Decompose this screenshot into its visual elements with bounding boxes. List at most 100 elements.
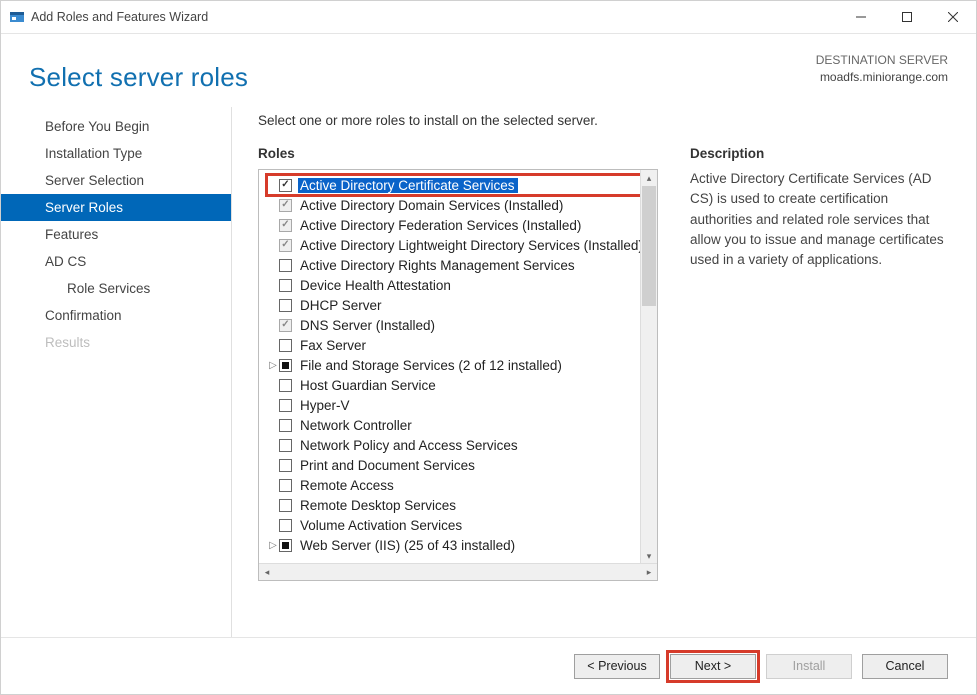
window-title: Add Roles and Features Wizard xyxy=(31,10,838,24)
previous-button[interactable]: < Previous xyxy=(574,654,660,679)
step-item[interactable]: Features xyxy=(1,221,231,248)
role-checkbox[interactable] xyxy=(279,319,292,332)
role-item[interactable]: Fax Server xyxy=(267,335,655,355)
vertical-scrollbar[interactable]: ▴ ▾ xyxy=(640,170,657,564)
role-item[interactable]: Host Guardian Service xyxy=(267,375,655,395)
header: Select server roles DESTINATION SERVER m… xyxy=(1,34,976,93)
role-label: Hyper-V xyxy=(298,398,353,413)
role-item[interactable]: Active Directory Lightweight Directory S… xyxy=(267,235,655,255)
role-label: Active Directory Rights Management Servi… xyxy=(298,258,578,273)
role-item[interactable]: Network Policy and Access Services xyxy=(267,435,655,455)
role-checkbox[interactable] xyxy=(279,379,292,392)
roles-list[interactable]: Active Directory Certificate Services Act… xyxy=(259,170,657,580)
role-checkbox[interactable] xyxy=(279,359,292,372)
role-checkbox[interactable] xyxy=(279,499,292,512)
role-item[interactable]: Volume Activation Services xyxy=(267,515,655,535)
step-item[interactable]: AD CS xyxy=(1,248,231,275)
destination-server: moadfs.miniorange.com xyxy=(816,69,948,86)
role-item[interactable]: DNS Server (Installed) xyxy=(267,315,655,335)
destination-label: DESTINATION SERVER xyxy=(816,52,948,69)
install-button[interactable]: Install xyxy=(766,654,852,679)
role-label: DHCP Server xyxy=(298,298,385,313)
role-label: Network Controller xyxy=(298,418,415,433)
steps-sidebar: Before You BeginInstallation TypeServer … xyxy=(1,107,231,637)
role-label: Web Server (IIS) (25 of 43 installed) xyxy=(298,538,518,553)
role-label: Remote Access xyxy=(298,478,397,493)
role-checkbox[interactable] xyxy=(279,539,292,552)
footer: < Previous Next > Install Cancel xyxy=(1,637,976,694)
role-label: Active Directory Federation Services (In… xyxy=(298,218,584,233)
step-item[interactable]: Confirmation xyxy=(1,302,231,329)
next-button[interactable]: Next > xyxy=(670,654,756,679)
description-label: Description xyxy=(690,146,948,161)
role-item[interactable]: Network Controller xyxy=(267,415,655,435)
role-label: Volume Activation Services xyxy=(298,518,465,533)
role-item[interactable]: Device Health Attestation xyxy=(267,275,655,295)
expand-icon[interactable]: ▷ xyxy=(267,360,279,371)
role-checkbox[interactable] xyxy=(279,439,292,452)
role-label: Device Health Attestation xyxy=(298,278,454,293)
wizard-window: Add Roles and Features Wizard Select ser… xyxy=(0,0,977,695)
window-controls xyxy=(838,1,976,33)
cancel-button[interactable]: Cancel xyxy=(862,654,948,679)
role-checkbox[interactable] xyxy=(279,479,292,492)
role-item[interactable]: Active Directory Domain Services (Instal… xyxy=(267,195,655,215)
description-text: Active Directory Certificate Services (A… xyxy=(690,169,948,270)
role-checkbox[interactable] xyxy=(279,459,292,472)
titlebar: Add Roles and Features Wizard xyxy=(1,1,976,34)
role-item[interactable]: Hyper-V xyxy=(267,395,655,415)
instruction-text: Select one or more roles to install on t… xyxy=(258,113,948,128)
horizontal-scrollbar[interactable]: ◂ ▸ xyxy=(259,563,657,580)
scroll-left-icon[interactable]: ◂ xyxy=(259,567,275,578)
role-checkbox[interactable] xyxy=(279,179,292,192)
role-checkbox[interactable] xyxy=(279,419,292,432)
role-item[interactable]: ▷ Web Server (IIS) (25 of 43 installed) xyxy=(267,535,655,555)
maximize-button[interactable] xyxy=(884,1,930,33)
role-item[interactable]: DHCP Server xyxy=(267,295,655,315)
role-label: Active Directory Certificate Services xyxy=(298,178,518,193)
role-checkbox[interactable] xyxy=(279,279,292,292)
role-item[interactable]: Active Directory Certificate Services xyxy=(267,175,655,195)
roles-label: Roles xyxy=(258,146,658,161)
role-checkbox[interactable] xyxy=(279,339,292,352)
roles-list-box: Active Directory Certificate Services Act… xyxy=(258,169,658,581)
step-item[interactable]: Server Roles xyxy=(1,194,231,221)
scroll-thumb[interactable] xyxy=(642,186,656,306)
role-label: DNS Server (Installed) xyxy=(298,318,438,333)
app-icon xyxy=(9,9,25,25)
minimize-button[interactable] xyxy=(838,1,884,33)
role-label: Remote Desktop Services xyxy=(298,498,459,513)
role-checkbox[interactable] xyxy=(279,259,292,272)
description-column: Description Active Directory Certificate… xyxy=(690,146,948,637)
role-item[interactable]: Remote Desktop Services xyxy=(267,495,655,515)
columns: Roles Active Directory Certificate Servi… xyxy=(258,146,948,637)
scroll-right-icon[interactable]: ▸ xyxy=(641,567,657,578)
role-label: Print and Document Services xyxy=(298,458,478,473)
main-panel: Select one or more roles to install on t… xyxy=(231,107,948,637)
role-checkbox[interactable] xyxy=(279,199,292,212)
close-button[interactable] xyxy=(930,1,976,33)
role-checkbox[interactable] xyxy=(279,239,292,252)
role-item[interactable]: Active Directory Rights Management Servi… xyxy=(267,255,655,275)
role-item[interactable]: Remote Access xyxy=(267,475,655,495)
role-checkbox[interactable] xyxy=(279,299,292,312)
role-checkbox[interactable] xyxy=(279,399,292,412)
step-item[interactable]: Installation Type xyxy=(1,140,231,167)
role-label: Active Directory Domain Services (Instal… xyxy=(298,198,566,213)
scroll-down-icon[interactable]: ▾ xyxy=(641,548,657,564)
step-item[interactable]: Before You Begin xyxy=(1,113,231,140)
expand-icon[interactable]: ▷ xyxy=(267,540,279,551)
step-item[interactable]: Role Services xyxy=(1,275,231,302)
role-label: Host Guardian Service xyxy=(298,378,439,393)
role-item[interactable]: Active Directory Federation Services (In… xyxy=(267,215,655,235)
scroll-up-icon[interactable]: ▴ xyxy=(641,170,657,186)
role-checkbox[interactable] xyxy=(279,519,292,532)
body: Before You BeginInstallation TypeServer … xyxy=(1,93,976,637)
step-item[interactable]: Server Selection xyxy=(1,167,231,194)
role-checkbox[interactable] xyxy=(279,219,292,232)
page-title: Select server roles xyxy=(29,62,248,93)
role-item[interactable]: Print and Document Services xyxy=(267,455,655,475)
role-label: Fax Server xyxy=(298,338,369,353)
scroll-track[interactable] xyxy=(641,186,657,548)
role-item[interactable]: ▷File and Storage Services (2 of 12 inst… xyxy=(267,355,655,375)
